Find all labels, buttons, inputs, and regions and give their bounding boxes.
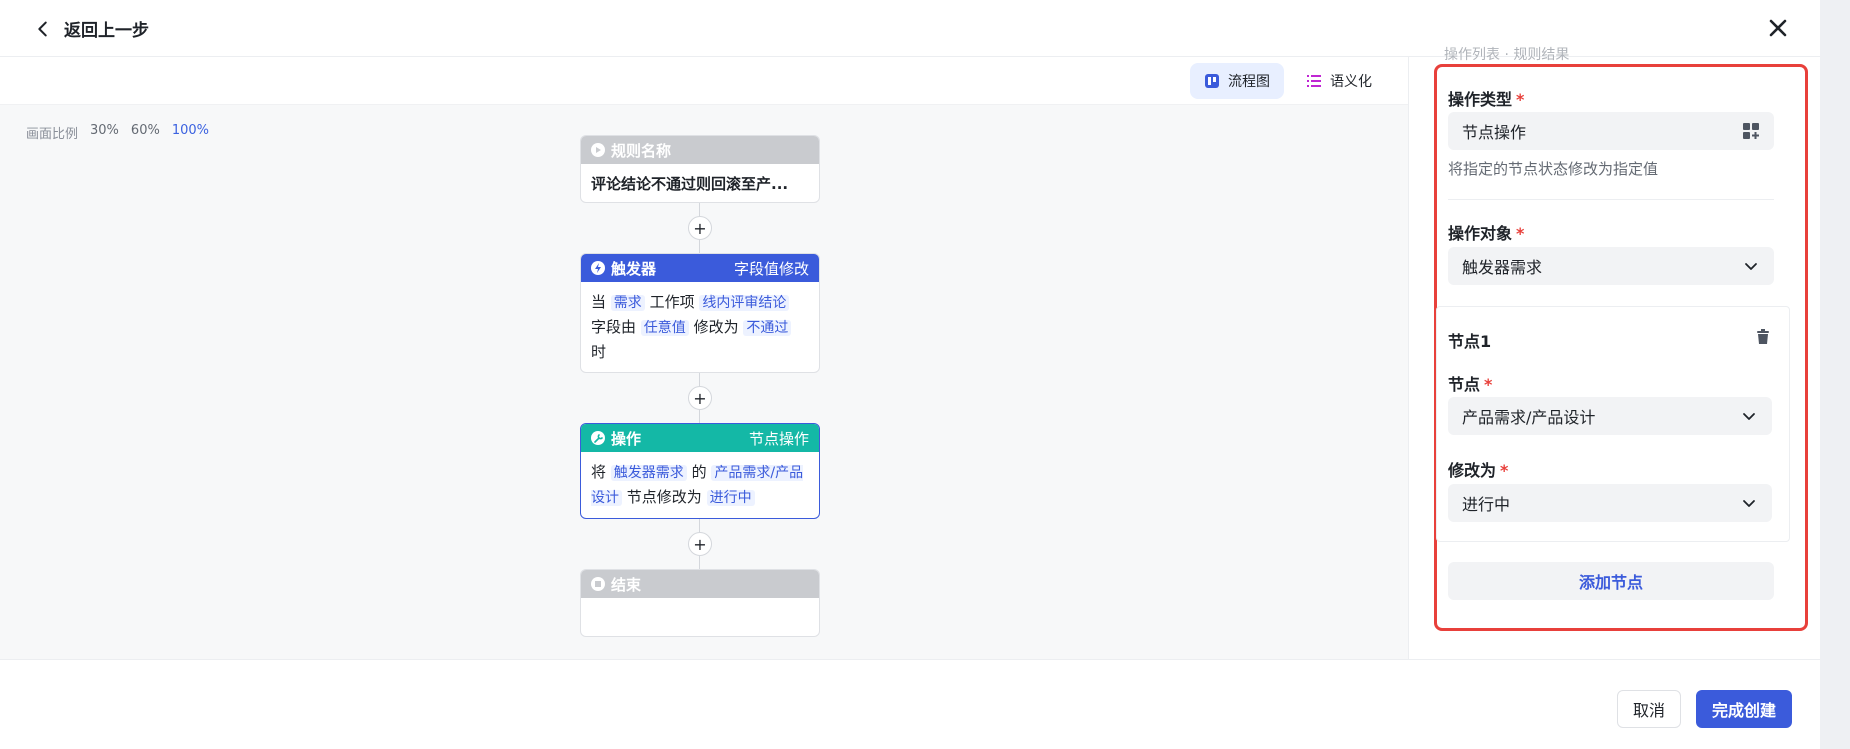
end-node-body — [581, 598, 819, 636]
canvas-toolbar: 流程图 语义化 — [0, 57, 1408, 105]
op-target-value: 触发器需求 — [1462, 258, 1543, 277]
trigger-tag: 需求 — [610, 295, 645, 311]
play-icon — [591, 143, 605, 157]
trigger-node-title: 触发器 — [611, 259, 657, 278]
page-scroll-strip — [1820, 0, 1850, 749]
trigger-text: 当 — [591, 293, 607, 311]
connector: + — [580, 519, 820, 569]
action-text: 的 — [691, 463, 707, 481]
zoom-100[interactable]: 100% — [172, 123, 209, 142]
panel-scrolled-text: 操作列表 · 规则结果 — [1444, 47, 1570, 63]
node-label: 节点 * — [1448, 371, 1492, 395]
wrench-icon — [591, 431, 605, 445]
zoom-30[interactable]: 30% — [90, 123, 119, 142]
trigger-text: 时 — [591, 343, 607, 361]
node-select[interactable]: 产品需求/产品设计 — [1448, 397, 1772, 435]
stop-icon — [591, 577, 605, 591]
required-mark: * — [1516, 224, 1525, 243]
node-label-text: 节点 — [1448, 375, 1481, 394]
back-button[interactable]: 返回上一步 — [32, 16, 149, 41]
view-toggle: 流程图 语义化 — [1190, 63, 1386, 99]
trigger-tag: 线内评审结论 — [699, 295, 790, 311]
op-type-value: 节点操作 — [1462, 123, 1527, 142]
grid-plus-icon — [1743, 123, 1759, 139]
rule-name-node-header: 规则名称 — [581, 136, 819, 164]
trigger-text: 字段由 — [591, 318, 637, 336]
op-type-label-text: 操作类型 — [1448, 90, 1513, 109]
trigger-tag: 任意值 — [640, 320, 689, 336]
node-value: 产品需求/产品设计 — [1462, 408, 1596, 427]
action-text: 将 — [591, 463, 607, 481]
trash-icon[interactable] — [1754, 328, 1772, 346]
trigger-type: 字段值修改 — [733, 259, 809, 278]
required-mark: * — [1500, 461, 1509, 480]
node-card-title: 节点1 — [1448, 332, 1492, 351]
connector: + — [580, 203, 820, 253]
modify-label: 修改为 * — [1448, 457, 1508, 481]
view-semantic-button[interactable]: 语义化 — [1292, 63, 1386, 99]
rule-name-node[interactable]: 规则名称 评论结论不通过则回滚至产... — [580, 135, 820, 203]
cancel-button[interactable]: 取消 — [1617, 690, 1681, 728]
back-label: 返回上一步 — [64, 21, 149, 41]
action-type: 节点操作 — [748, 429, 809, 448]
view-semantic-label: 语义化 — [1330, 74, 1372, 90]
zoom-60[interactable]: 60% — [131, 123, 160, 142]
zoom-control: 画面比例 30% 60% 100% — [26, 123, 209, 142]
rule-name-text: 评论结论不通过则回滚至产... — [591, 175, 789, 193]
zoom-label: 画面比例 — [26, 127, 79, 142]
view-flowchart-label: 流程图 — [1228, 74, 1270, 90]
add-node-button[interactable]: 添加节点 — [1448, 562, 1774, 600]
finish-create-button[interactable]: 完成创建 — [1696, 690, 1792, 728]
add-step-button[interactable]: + — [688, 216, 712, 240]
modify-value: 进行中 — [1462, 495, 1511, 514]
required-mark: * — [1484, 375, 1493, 394]
chevron-down-icon — [1743, 500, 1755, 507]
action-node-header: 操作 节点操作 — [581, 424, 819, 452]
action-node-title: 操作 — [611, 429, 642, 448]
trigger-node-header: 触发器 字段值修改 — [581, 254, 819, 282]
close-icon[interactable] — [1764, 14, 1792, 42]
action-node[interactable]: 操作 节点操作 将 触发器需求 的 产品需求/产品设计 节点修改为 进行中 — [580, 423, 820, 519]
divider — [1448, 199, 1774, 200]
lightning-icon — [591, 261, 605, 275]
trigger-tag: 不通过 — [743, 320, 792, 336]
action-description: 将 触发器需求 的 产品需求/产品设计 节点修改为 进行中 — [581, 452, 819, 518]
action-tag: 进行中 — [706, 490, 755, 506]
trigger-text: 修改为 — [693, 318, 739, 336]
rule-name-node-title: 规则名称 — [611, 141, 672, 160]
required-mark: * — [1516, 90, 1525, 109]
end-node-title: 结束 — [611, 575, 642, 594]
modify-select[interactable]: 进行中 — [1448, 484, 1772, 522]
op-type-hint: 将指定的节点状态修改为指定值 — [1448, 160, 1659, 178]
end-node[interactable]: 结束 — [580, 569, 820, 637]
trigger-node[interactable]: 触发器 字段值修改 当 需求 工作项 线内评审结论 字段由 任意值 修改为 不通… — [580, 253, 820, 373]
flow-canvas: 流程图 语义化 画面比例 30% 60% 100% 规则名称 评论结论不通过则回… — [0, 57, 1408, 659]
list-icon — [1307, 75, 1321, 87]
chevron-down-icon — [1743, 413, 1755, 420]
op-target-label-text: 操作对象 — [1448, 224, 1513, 243]
chevron-left-icon — [38, 21, 47, 36]
op-type-select[interactable]: 节点操作 — [1448, 112, 1774, 150]
chevron-down-icon — [1745, 263, 1757, 270]
flow-diagram: 规则名称 评论结论不通过则回滚至产... + 触发器 字段值修改 当 需求 工作… — [580, 135, 820, 637]
flowchart-icon — [1205, 74, 1219, 88]
add-step-button[interactable]: + — [688, 532, 712, 556]
op-type-label: 操作类型 * — [1448, 86, 1524, 110]
trigger-text: 工作项 — [649, 293, 695, 311]
modify-label-text: 修改为 — [1448, 461, 1497, 480]
modal-footer: 取消 完成创建 — [0, 659, 1820, 749]
action-tag: 触发器需求 — [610, 465, 687, 481]
end-node-header: 结束 — [581, 570, 819, 598]
add-step-button[interactable]: + — [688, 386, 712, 410]
op-target-label: 操作对象 * — [1448, 220, 1524, 244]
action-text: 节点修改为 — [626, 488, 702, 506]
rule-editor-modal: 返回上一步 流程图 语义化 画面比例 30% 60% 100% 规则名称 评论结… — [0, 0, 1820, 749]
connector: + — [580, 373, 820, 423]
op-target-select[interactable]: 触发器需求 — [1448, 247, 1774, 285]
trigger-description: 当 需求 工作项 线内评审结论 字段由 任意值 修改为 不通过 时 — [581, 282, 819, 372]
view-flowchart-button[interactable]: 流程图 — [1190, 63, 1284, 99]
